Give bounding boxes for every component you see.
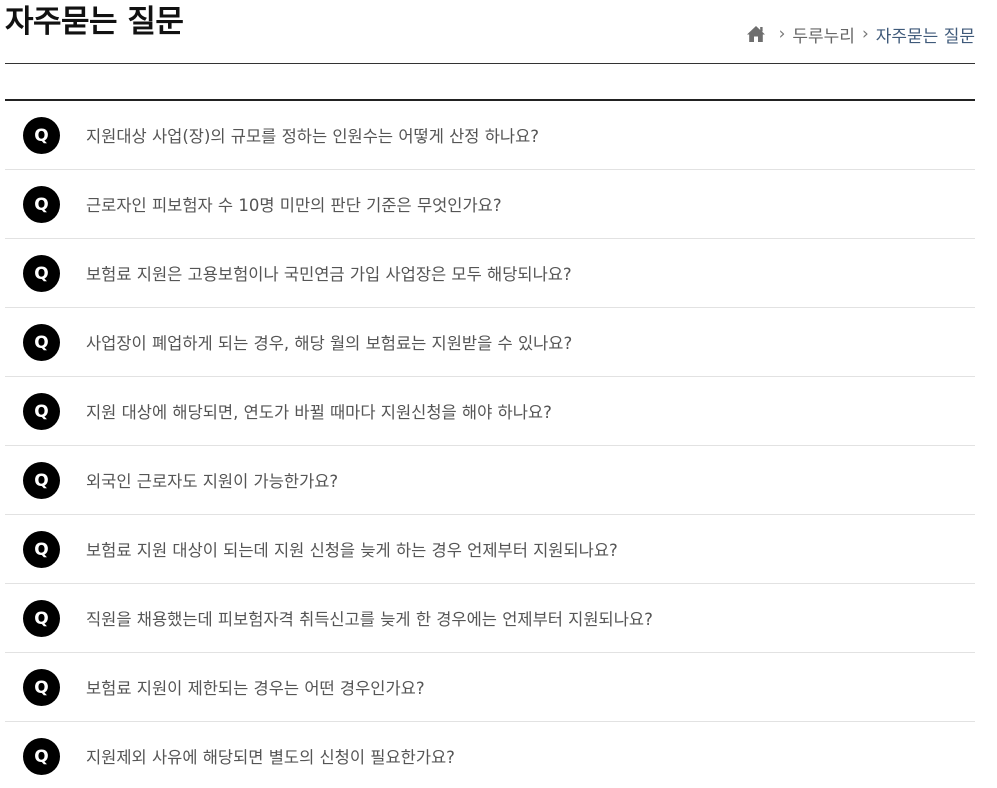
- faq-item[interactable]: Q 직원을 채용했는데 피보험자격 취득신고를 늦게 한 경우에는 언제부터 지…: [5, 584, 975, 653]
- home-icon[interactable]: [746, 25, 766, 43]
- faq-question[interactable]: 보험료 지원 대상이 되는데 지원 신청을 늦게 하는 경우 언제부터 지원되나…: [86, 537, 618, 561]
- question-badge-icon: Q: [23, 255, 60, 292]
- question-badge-icon: Q: [23, 462, 60, 499]
- faq-item[interactable]: Q 외국인 근로자도 지원이 가능한가요?: [5, 446, 975, 515]
- faq-item[interactable]: Q 보험료 지원은 고용보험이나 국민연금 가입 사업장은 모두 해당되나요?: [5, 239, 975, 308]
- breadcrumb-separator-icon: ›: [861, 24, 869, 44]
- faq-question[interactable]: 근로자인 피보험자 수 10명 미만의 판단 기준은 무엇인가요?: [86, 192, 502, 216]
- question-badge-icon: Q: [23, 531, 60, 568]
- faq-question[interactable]: 보험료 지원은 고용보험이나 국민연금 가입 사업장은 모두 해당되나요?: [86, 261, 572, 285]
- breadcrumb-separator-icon: ›: [778, 24, 786, 44]
- faq-question[interactable]: 사업장이 폐업하게 되는 경우, 해당 월의 보험료는 지원받을 수 있나요?: [86, 330, 572, 354]
- question-badge-icon: Q: [23, 117, 60, 154]
- faq-question[interactable]: 지원대상 사업(장)의 규모를 정하는 인원수는 어떻게 산정 하나요?: [86, 123, 539, 147]
- faq-page: 자주묻는 질문 › 두루누리 › 자주묻는 질문 Q 지원대상 사업(장)의 규…: [0, 0, 997, 788]
- faq-item[interactable]: Q 보험료 지원 대상이 되는데 지원 신청을 늦게 하는 경우 언제부터 지원…: [5, 515, 975, 584]
- question-badge-icon: Q: [23, 186, 60, 223]
- question-badge-icon: Q: [23, 324, 60, 361]
- faq-item[interactable]: Q 보험료 지원이 제한되는 경우는 어떤 경우인가요?: [5, 653, 975, 722]
- question-badge-icon: Q: [23, 600, 60, 637]
- faq-question[interactable]: 지원 대상에 해당되면, 연도가 바뀔 때마다 지원신청을 해야 하나요?: [86, 399, 552, 423]
- title-divider: [5, 63, 975, 64]
- faq-question[interactable]: 보험료 지원이 제한되는 경우는 어떤 경우인가요?: [86, 675, 425, 699]
- question-badge-icon: Q: [23, 393, 60, 430]
- breadcrumb-item-faq[interactable]: 자주묻는 질문: [876, 22, 975, 47]
- faq-item[interactable]: Q 지원 대상에 해당되면, 연도가 바뀔 때마다 지원신청을 해야 하나요?: [5, 377, 975, 446]
- faq-question[interactable]: 직원을 채용했는데 피보험자격 취득신고를 늦게 한 경우에는 언제부터 지원되…: [86, 606, 653, 630]
- faq-item[interactable]: Q 사업장이 폐업하게 되는 경우, 해당 월의 보험료는 지원받을 수 있나요…: [5, 308, 975, 377]
- faq-question[interactable]: 외국인 근로자도 지원이 가능한가요?: [86, 468, 338, 492]
- faq-item[interactable]: Q 지원제외 사유에 해당되면 별도의 신청이 필요한가요?: [5, 722, 975, 788]
- faq-item[interactable]: Q 지원대상 사업(장)의 규모를 정하는 인원수는 어떻게 산정 하나요?: [5, 101, 975, 170]
- breadcrumb-item-durunuri[interactable]: 두루누리: [792, 22, 855, 47]
- question-badge-icon: Q: [23, 738, 60, 775]
- faq-list: Q 지원대상 사업(장)의 규모를 정하는 인원수는 어떻게 산정 하나요? Q…: [5, 101, 975, 788]
- faq-item[interactable]: Q 근로자인 피보험자 수 10명 미만의 판단 기준은 무엇인가요?: [5, 170, 975, 239]
- faq-question[interactable]: 지원제외 사유에 해당되면 별도의 신청이 필요한가요?: [86, 744, 455, 768]
- question-badge-icon: Q: [23, 669, 60, 706]
- page-title: 자주묻는 질문: [5, 4, 184, 40]
- breadcrumb: › 두루누리 › 자주묻는 질문: [746, 20, 975, 48]
